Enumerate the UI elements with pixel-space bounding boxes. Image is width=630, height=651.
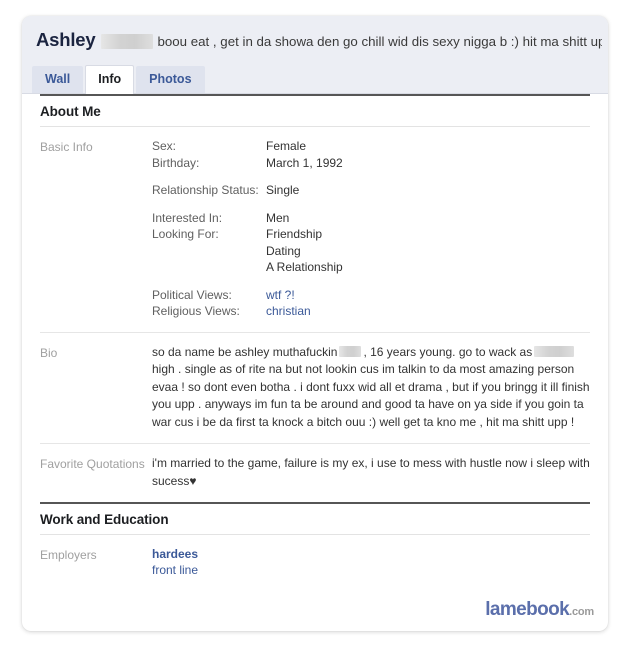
kv-value-interested-in: Men <box>266 210 290 225</box>
bio-text-part1: so da name be ashley muthafuckin <box>152 344 338 359</box>
section-heading-about-me: About Me <box>40 94 590 127</box>
redacted-name-block <box>101 33 154 49</box>
redacted-bio-block-1 <box>339 346 362 358</box>
kv-key-looking-for: Looking For: <box>152 227 219 241</box>
redacted-bio-block-2 <box>534 346 575 358</box>
kv-group-views: Political Views: wtf ?! Religious Views:… <box>152 287 590 320</box>
row-favorite-quotations: Favorite Quotations i'm married to the g… <box>40 444 590 502</box>
profile-tabs: Wall Info Photos <box>32 65 207 94</box>
kv-key-sex: Sex: <box>152 139 177 153</box>
kv-group-interests: Interested In: Men Looking For: Friendsh… <box>152 210 590 276</box>
kv-key-interested-in: Interested In: <box>152 210 223 225</box>
kv-key-birthday: Birthday: <box>152 155 200 170</box>
profile-body: About Me Basic Info Sex: Female Birthday… <box>22 94 608 590</box>
kv-key-religious-views: Religious Views: <box>152 304 240 318</box>
kv-value-political-views[interactable]: wtf ?! <box>266 287 295 304</box>
row-employers: Employers hardees front line <box>40 535 590 590</box>
kv-interested-in: Interested In: Men <box>152 210 590 227</box>
kv-group-relationship: Relationship Status: Single <box>152 182 590 199</box>
kv-looking-for: Looking For: Friendship Dating A Relatio… <box>152 226 590 276</box>
kv-sex: Sex: Female <box>152 138 590 155</box>
employer-name[interactable]: hardees <box>152 546 590 562</box>
bio-content: so da name be ashley muthafuckin , 16 yea… <box>152 344 590 432</box>
row-label-basic-info: Basic Info <box>40 140 93 154</box>
status-message: boou eat , get in da showa den go chill … <box>157 34 602 49</box>
kv-political-views: Political Views: wtf ?! <box>152 287 590 304</box>
kv-key-relationship-status: Relationship Status: <box>152 183 259 197</box>
kv-value-looking-for: Friendship Dating A Relationship <box>266 227 343 274</box>
row-label-bio: Bio <box>40 345 58 360</box>
row-label-favorite-quotations: Favorite Quotations <box>40 457 145 471</box>
kv-value-relationship-status: Single <box>266 183 300 197</box>
kv-key-political-views: Political Views: <box>152 287 232 302</box>
favorite-quotations-content: i'm married to the game, failure is my e… <box>152 455 590 490</box>
section-heading-work-and-education: Work and Education <box>40 502 590 535</box>
profile-header: Ashley boou eat , get in da showa den go … <box>22 16 608 94</box>
kv-group-identity: Sex: Female Birthday: March 1, 1992 <box>152 138 590 171</box>
kv-birthday: Birthday: March 1, 1992 <box>152 155 590 172</box>
profile-card: Ashley boou eat , get in da showa den go … <box>22 16 608 631</box>
kv-value-birthday: March 1, 1992 <box>266 155 343 170</box>
employers-content: hardees front line <box>152 546 590 578</box>
row-bio: Bio so da name be ashley muthafuckin , 16… <box>40 333 590 444</box>
row-label-employers: Employers <box>40 548 97 562</box>
watermark-brand: lamebook <box>485 599 570 620</box>
employer-position[interactable]: front line <box>152 562 590 578</box>
kv-value-sex: Female <box>266 139 307 153</box>
tab-info[interactable]: Info <box>85 65 135 94</box>
kv-value-religious-views[interactable]: christian <box>266 303 311 320</box>
kv-religious-views: Religious Views: christian <box>152 303 590 320</box>
tab-wall[interactable]: Wall <box>32 66 84 93</box>
lamebook-watermark: lamebook.com <box>485 600 594 619</box>
profile-name: Ashley <box>36 30 96 50</box>
bio-text-part2: , 16 years young. go to wack as <box>363 344 533 359</box>
bio-text: so da name be ashley muthafuckin , 16 yea… <box>152 344 590 432</box>
row-basic-info: Basic Info Sex: Female Birthday: March 1… <box>40 127 590 333</box>
status-line: Ashley boou eat , get in da showa den go … <box>36 30 602 52</box>
watermark-tld: .com <box>569 606 594 618</box>
basic-info-content: Sex: Female Birthday: March 1, 1992 Rela… <box>152 138 590 320</box>
bio-text-part3: high . single as of rite na but not look… <box>152 362 590 429</box>
tab-photos[interactable]: Photos <box>136 66 205 93</box>
kv-relationship-status: Relationship Status: Single <box>152 182 590 199</box>
favorite-quotations-text: i'm married to the game, failure is my e… <box>152 456 590 488</box>
